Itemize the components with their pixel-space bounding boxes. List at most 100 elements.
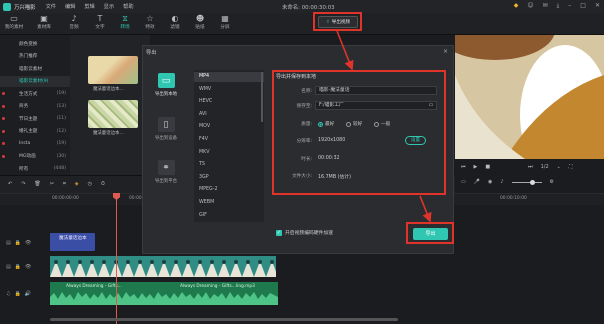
gpu-accel-row[interactable]: ✓ 开启视频编码硬件加速 (276, 229, 333, 236)
format-item-f4v[interactable]: F4V (194, 135, 264, 145)
user-icon[interactable]: ☺ (527, 2, 533, 10)
red-dot-icon (2, 129, 5, 133)
format-item-mpeg-2[interactable]: MPEG-2 (194, 185, 264, 195)
category-item[interactable]: 喵影云素材(9) (0, 75, 70, 87)
lock-icon[interactable]: 🔒 (15, 240, 21, 246)
gpu-accel-checkbox[interactable]: ✓ (276, 229, 282, 236)
export-platform-option[interactable]: ⚭ 导出到平台 (146, 160, 186, 184)
undo-icon[interactable]: ↶ (8, 181, 12, 187)
color-icon[interactable]: ◈ (75, 181, 79, 187)
download-icon[interactable]: ⤓ (557, 2, 560, 10)
category-item[interactable]: 生活方式 (19) (0, 88, 70, 99)
play-icon[interactable]: ▶ (474, 164, 478, 170)
menu-view[interactable]: 显示 (104, 3, 114, 10)
format-item-3gp[interactable]: 3GP (194, 173, 264, 183)
eye-icon[interactable]: 👁 (25, 240, 31, 246)
export-device-option[interactable]: ▯ 导出到设备 (146, 117, 186, 141)
audio-clip[interactable]: Always Dreaming - Gifts… Always Dreaming… (50, 282, 278, 305)
video-clip-frames (50, 256, 276, 277)
chevron-down-icon[interactable]: ⌄ (557, 164, 561, 170)
format-item-webm[interactable]: WEBM (194, 198, 264, 208)
vip-icon[interactable]: ◆ (514, 2, 519, 10)
category-item[interactable]: 婚礼主题 (12) (0, 126, 70, 137)
tab-library[interactable]: ▣ 素材库 (33, 14, 55, 30)
category-label: 生活方式 (19, 91, 38, 97)
tab-audio[interactable]: ♪ 音频 (63, 14, 85, 30)
category-item[interactable]: MG动画 (30) (0, 151, 70, 162)
category-item[interactable]: 颜色变换 (0, 38, 70, 49)
stop-icon[interactable]: ■ (485, 164, 490, 170)
tab-text[interactable]: T 文字 (89, 14, 111, 30)
menu-help[interactable]: 帮助 (123, 3, 133, 10)
eye-icon[interactable]: 👁 (25, 264, 31, 270)
red-dot-icon (2, 104, 5, 108)
format-item-avi[interactable]: AVI (194, 110, 264, 120)
format-item-gif[interactable]: GIF (194, 211, 264, 221)
format-item-hevc[interactable]: HEVC (194, 97, 264, 107)
tab-filters[interactable]: ◐ 滤镜 (164, 14, 186, 30)
category-label: 喵影云素材(9) (19, 79, 49, 84)
format-item-mkv[interactable]: MKV (194, 148, 264, 158)
format-list-scrollbar[interactable] (261, 72, 263, 122)
tab-transition[interactable]: ⧖ 转场 (114, 14, 136, 30)
media-thumb-2-caption: 魔法童话边本… (93, 131, 124, 136)
speed-icon[interactable]: ◷ (88, 181, 92, 187)
camera-icon[interactable]: ◉ (488, 179, 492, 185)
prev-frame-icon[interactable]: ⏮ (461, 164, 466, 170)
mail-icon[interactable]: ✉ (543, 2, 548, 10)
category-label: 商务 (19, 104, 29, 109)
crop-icon[interactable]: ⌗ (63, 181, 66, 187)
timeline-scrollbar[interactable] (50, 318, 398, 321)
speaker-icon[interactable]: 🔊 (25, 291, 31, 297)
category-item[interactable]: 节日主题 (11) (0, 113, 70, 124)
format-item-mp4[interactable]: MP4 (194, 72, 264, 82)
tab-effects[interactable]: ☆ 特效 (139, 14, 161, 30)
text-icon: T (97, 14, 103, 23)
volume-slider[interactable] (511, 179, 542, 185)
category-item[interactable]: 喵影云素材 (0, 63, 70, 74)
category-item[interactable]: 商务 (13) (0, 101, 70, 112)
timer-icon[interactable]: ⏱ (101, 181, 105, 187)
category-label: 节日主题 (19, 116, 38, 122)
minimize-icon[interactable]: – (568, 2, 571, 10)
cut-icon[interactable]: ✂ (50, 181, 54, 187)
tab-stickers[interactable]: ☻ 贴纸 (189, 14, 211, 30)
media-thumb-1[interactable] (88, 56, 138, 84)
redo-icon[interactable]: ↷ (21, 181, 25, 187)
media-thumb-2[interactable] (88, 100, 138, 128)
preview-canvas[interactable] (455, 35, 604, 159)
maximize-icon[interactable]: □ (580, 2, 586, 10)
next-frame-icon[interactable]: ⏭ (528, 164, 533, 170)
lock-icon[interactable]: 🔒 (15, 264, 21, 270)
monitor-icon[interactable]: ▭ (461, 179, 466, 185)
video-clip[interactable] (50, 256, 276, 277)
category-item[interactable]: Insta (19) (0, 138, 70, 149)
category-count: (448) (53, 166, 66, 171)
format-item-mov[interactable]: MOV (194, 122, 264, 132)
format-item-wmv[interactable]: WMV (194, 85, 264, 95)
category-item[interactable]: 热门推荐 (0, 51, 70, 62)
menu-clip[interactable]: 剪辑 (84, 3, 94, 10)
tab-split-screen[interactable]: ▦ 分屏 (214, 14, 236, 30)
audio-clip-label-2: Always Dreaming - Gifts…ling.mp3 (180, 284, 255, 289)
settings-icon[interactable]: ⚙ (550, 179, 554, 185)
menu-file[interactable]: 文件 (46, 3, 56, 10)
text-clip[interactable]: 魔法童话边本 (50, 233, 95, 251)
media-thumb-1-caption: 魔法童话边本… (93, 87, 124, 92)
page-indicator: 1/2 (540, 164, 549, 170)
menu-edit[interactable]: 编辑 (65, 3, 75, 10)
playhead-line[interactable] (116, 193, 117, 324)
format-item-ts[interactable]: TS (194, 160, 264, 170)
delete-icon[interactable]: 🗑 (34, 181, 40, 187)
tab-my-media[interactable]: ▭ 我的素材 (3, 14, 25, 30)
category-item[interactable]: 所有 (448) (0, 163, 70, 174)
close-window-icon[interactable]: ✕ (595, 2, 600, 10)
ruler-mark-0: 00:00:00:00 (52, 196, 79, 201)
speaker-icon[interactable]: ♪ (500, 179, 503, 185)
export-local-option[interactable]: ▭ 导出到本地 (146, 73, 186, 97)
mic-icon[interactable]: 🎤 (474, 179, 480, 185)
lock-icon[interactable]: 🔒 (14, 291, 20, 297)
fullscreen-icon[interactable]: ⛶ (569, 164, 573, 170)
dialog-close-icon[interactable]: × (443, 48, 448, 55)
category-count: (19) (56, 141, 66, 146)
